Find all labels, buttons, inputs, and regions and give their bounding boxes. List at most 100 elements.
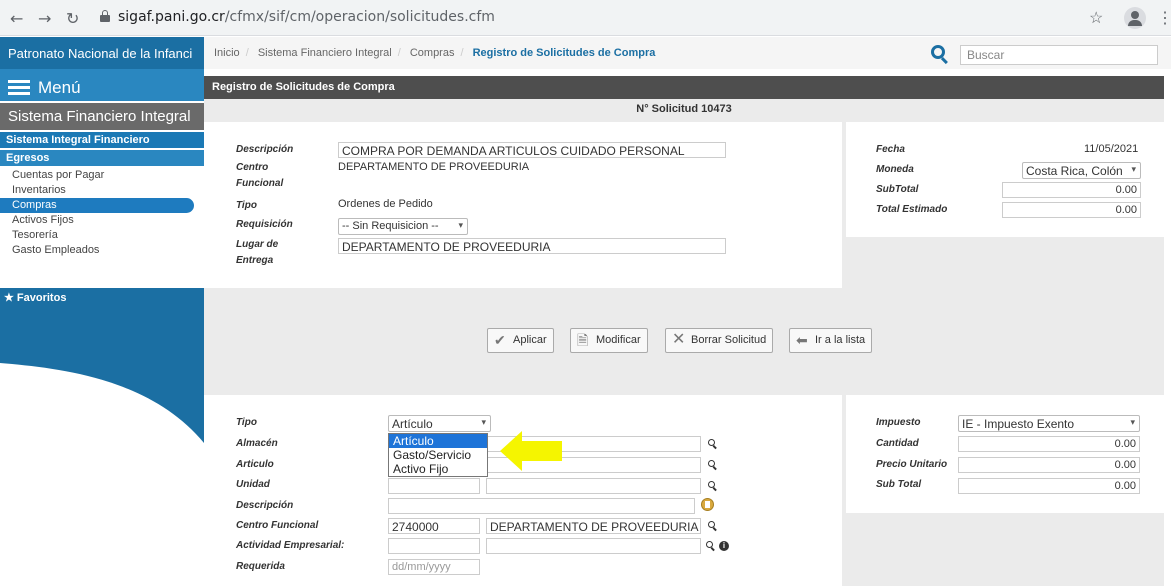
favorites-label: Favoritos xyxy=(16,292,67,304)
moneda-select[interactable]: Costa Rica, Colón ▾ xyxy=(1022,162,1141,179)
aplicar-label: Aplicar xyxy=(513,334,547,346)
total-estimado-input[interactable]: 0.00 xyxy=(1002,202,1141,218)
actividad-name-input[interactable] xyxy=(486,538,701,554)
breadcrumb-current: Registro de Solicitudes de Compra xyxy=(472,47,656,59)
totals-box xyxy=(846,122,1164,237)
check-icon: ✔ xyxy=(494,332,506,349)
section-egresos[interactable]: Egresos xyxy=(0,150,204,166)
breadcrumb-sif[interactable]: Sistema Financiero Integral xyxy=(258,47,392,59)
moneda-label: Moneda xyxy=(876,164,914,175)
line-totals-box xyxy=(846,395,1164,513)
linea-tipo-label: Tipo xyxy=(236,417,257,428)
lugar-entrega-input[interactable]: DEPARTAMENTO DE PROVEEDURIA xyxy=(338,238,726,254)
unidad-label: Unidad xyxy=(236,479,270,490)
lugar-label: Lugar de xyxy=(236,239,279,250)
profile-icon[interactable] xyxy=(1124,7,1146,29)
requisicion-select[interactable]: -- Sin Requisicion -- ▾ xyxy=(338,218,468,235)
requerida-label: Requerida xyxy=(236,561,285,572)
section-sif[interactable]: Sistema Integral Financiero xyxy=(0,132,204,148)
linea-descripcion-label: Descripción xyxy=(236,500,294,511)
reload-icon[interactable]: ↻ xyxy=(66,9,79,28)
subtotal-input[interactable]: 0.00 xyxy=(1002,182,1141,198)
requisicion-label: Requisición xyxy=(236,219,293,230)
impuesto-select[interactable]: IE - Impuesto Exento ▾ xyxy=(958,415,1140,432)
address-bar[interactable]: sigaf.pani.go.cr/cfmx/sif/cm/operacion/s… xyxy=(118,9,495,25)
close-icon: ✕ xyxy=(672,331,686,349)
panel-body: N° Solicitud 10473 Descripción COMPRA PO… xyxy=(204,99,1164,586)
forward-arrow-icon[interactable]: → xyxy=(38,9,51,28)
bookmark-star-icon[interactable]: ☆ xyxy=(1089,8,1103,28)
ir-a-la-lista-button[interactable]: ⬅ Ir a la lista xyxy=(789,328,873,353)
back-arrow-icon[interactable]: ← xyxy=(10,9,23,28)
unidad-name-input[interactable] xyxy=(486,478,701,494)
tipo-label: Tipo xyxy=(236,200,257,211)
url-domain: sigaf.pani.go.cr xyxy=(118,9,225,25)
menu-label: Menú xyxy=(38,78,81,97)
descripcion-input[interactable]: COMPRA POR DEMANDA ARTICULOS CUIDADO PER… xyxy=(338,142,726,158)
centro-code-input[interactable]: 2740000 xyxy=(388,518,480,534)
almacen-label: Almacén xyxy=(236,438,278,449)
info-icon[interactable]: i xyxy=(719,541,729,551)
centro-search-icon[interactable] xyxy=(708,521,718,531)
cantidad-label: Cantidad xyxy=(876,438,919,449)
unidad-search-icon[interactable] xyxy=(708,481,718,491)
sidebar-item-inventarios[interactable]: Inventarios xyxy=(0,183,204,198)
linea-tipo-select[interactable]: Artículo ▾ xyxy=(388,415,491,432)
requisicion-select-value: -- Sin Requisicion -- xyxy=(342,220,439,232)
search-input[interactable]: Buscar xyxy=(960,45,1158,65)
tipo-option-articulo[interactable]: Artículo xyxy=(389,434,487,448)
breadcrumb-inicio[interactable]: Inicio xyxy=(214,47,240,59)
actividad-search-icon[interactable] xyxy=(706,541,716,551)
chevron-down-icon: ▾ xyxy=(1131,164,1136,174)
solicitud-number: N° Solicitud 10473 xyxy=(636,103,732,115)
actividad-code-input[interactable] xyxy=(388,538,480,554)
precio-unitario-input[interactable]: 0.00 xyxy=(958,457,1140,473)
star-icon: ★ xyxy=(4,292,17,304)
impuesto-value: IE - Impuesto Exento xyxy=(962,417,1075,431)
chevron-down-icon: ▾ xyxy=(458,220,463,230)
unidad-code-input[interactable] xyxy=(388,478,480,494)
linea-descripcion-input[interactable] xyxy=(388,498,695,514)
search-icon[interactable] xyxy=(931,45,951,65)
precio-unitario-label: Precio Unitario xyxy=(876,459,948,470)
articulo-label: Articulo xyxy=(236,459,274,470)
tipo-option-gasto-servicio[interactable]: Gasto/Servicio xyxy=(389,448,487,462)
breadcrumb-compras[interactable]: Compras xyxy=(410,47,455,59)
linea-tipo-value: Artículo xyxy=(392,417,433,431)
requerida-date-input[interactable]: dd/mm/yyyy xyxy=(388,559,480,575)
sidebar-item-gasto-empleados[interactable]: Gasto Empleados xyxy=(0,243,204,258)
almacen-search-icon[interactable] xyxy=(708,439,718,449)
moneda-select-value: Costa Rica, Colón xyxy=(1026,164,1123,178)
modificar-button[interactable]: 🗎 Modificar xyxy=(570,328,648,353)
browser-toolbar: ← → ↻ sigaf.pani.go.cr/cfmx/sif/cm/opera… xyxy=(0,0,1171,36)
lock-icon xyxy=(100,10,110,22)
sidebar-item-cuentas-por-pagar[interactable]: Cuentas por Pagar xyxy=(0,168,204,183)
decorative-curve xyxy=(0,363,204,443)
favorites-header[interactable]: ★ Favoritos xyxy=(0,288,204,308)
ir-lista-label: Ir a la lista xyxy=(815,334,866,346)
borrar-solicitud-button[interactable]: ✕ Borrar Solicitud xyxy=(665,328,774,353)
articulo-search-icon[interactable] xyxy=(708,460,718,470)
breadcrumb: Inicio / Sistema Financiero Integral / Com… xyxy=(214,47,656,59)
edit-document-icon: 🗎 xyxy=(577,332,589,349)
kebab-menu-icon[interactable]: ⋮ xyxy=(1157,8,1171,28)
sidebar-item-tesoreria[interactable]: Tesorería xyxy=(0,228,204,243)
cantidad-input[interactable]: 0.00 xyxy=(958,436,1140,452)
yellow-arrow-icon xyxy=(500,431,562,471)
favorites-panel: ★ Favoritos xyxy=(0,288,204,443)
aplicar-button[interactable]: ✔ Aplicar xyxy=(487,328,554,353)
sidebar-item-activos-fijos[interactable]: Activos Fijos xyxy=(0,213,204,228)
tipo-value: Ordenes de Pedido xyxy=(338,198,433,210)
sidebar-item-compras[interactable]: Compras xyxy=(0,198,194,213)
borrar-label: Borrar Solicitud xyxy=(691,334,767,346)
chevron-down-icon: ▾ xyxy=(1130,417,1135,427)
centro-value: DEPARTAMENTO DE PROVEEDURIA xyxy=(338,161,530,173)
centro-name-input[interactable]: DEPARTAMENTO DE PROVEEDURIA xyxy=(486,518,701,534)
linea-subtotal-input[interactable]: 0.00 xyxy=(958,478,1140,494)
impuesto-label: Impuesto xyxy=(876,417,921,428)
tipo-option-activo-fijo[interactable]: Activo Fijo xyxy=(389,462,487,476)
menu-toggle[interactable]: Menú xyxy=(0,69,204,101)
fecha-label: Fecha xyxy=(876,144,905,155)
chevron-down-icon: ▾ xyxy=(481,417,486,427)
edit-icon[interactable] xyxy=(701,498,714,511)
